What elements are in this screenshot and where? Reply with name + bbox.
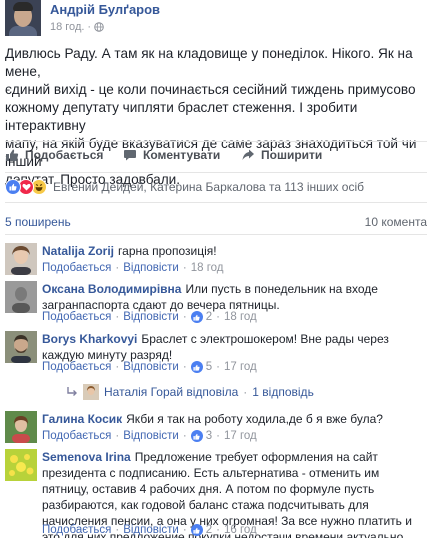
comment-icon [124,150,136,161]
commenter-name[interactable]: Borys Kharkovyi [42,332,137,346]
comment-actions: Подобається · Відповісти · 18 год [42,262,224,274]
comment-body: Галина Косик Якби я так на роботу ходила,… [42,411,427,427]
commenter-name[interactable]: Галина Косик [42,412,122,426]
likes-count: 3 [205,430,213,442]
commenter-avatar[interactable] [5,331,37,363]
comment-label: Коментувати [143,148,221,162]
likes-count: 2 [205,311,213,323]
comment-actions: Подобається · Відповісти · 5 · 17 год [42,361,257,373]
like-label: Подобається [25,148,104,162]
comment-actions: Подобається · Відповісти · 2 · 18 год [42,311,257,323]
comment-time[interactable]: 17 год [224,430,257,442]
comment-like-link[interactable]: Подобається [42,430,111,442]
reaction-names: Евгений Дейдей, Катерина Баркалова та 11… [53,180,365,194]
likes-count: 5 [205,361,213,373]
separator: · [216,311,220,323]
comment-time[interactable]: 18 год [191,262,224,274]
replies-link[interactable]: Наталія Горай відповіла · 1 відповідь [66,384,314,400]
comment-likes[interactable]: 5 [190,361,213,373]
like-badge-icon [190,311,203,323]
globe-icon [94,22,104,32]
commenter-avatar[interactable] [5,281,37,313]
comment-time[interactable]: 17 год [224,361,257,373]
comment-reply-link[interactable]: Відповісти [123,524,179,536]
share-icon [242,149,254,160]
separator: · [216,430,220,442]
comment-button[interactable]: Коментувати [123,148,220,162]
comment-actions: Подобається · Відповісти · 3 · 17 год [42,430,257,442]
separator: · [115,361,120,373]
commenter-avatar[interactable] [5,449,37,481]
separator: · [115,524,120,536]
separator: · [216,524,220,536]
comment-body: Natalija Zorij гарна пропозиція! [42,243,427,259]
separator: · [243,385,248,399]
comment-actions: Подобається · Відповісти · 2 · 16 год [42,524,257,536]
comment-time[interactable]: 16 год [224,524,257,536]
comment-like-link[interactable]: Подобається [42,262,111,274]
comment-like-link[interactable]: Подобається [42,361,111,373]
separator: · [182,311,187,323]
meta-separator: · [87,21,92,33]
reply-arrow-icon [67,387,77,396]
reactions-summary[interactable]: Евгений Дейдей, Катерина Баркалова та 11… [5,179,364,195]
comment-reply-link[interactable]: Відповісти [123,361,179,373]
separator: · [115,262,120,274]
like-reaction-icon [5,179,21,195]
post-actions: Подобається Коментувати Поширити [0,148,427,168]
author-avatar[interactable] [5,0,41,36]
comments-count[interactable]: 10 комента [365,215,427,229]
comment-reply-link[interactable]: Відповісти [123,311,179,323]
shares-count[interactable]: 5 поширень [5,215,71,229]
reply-count: 1 відповідь [252,385,314,399]
comment-text: Якби я так на роботу ходила,де б я вже б… [126,412,383,426]
post-header: Андрій Булґаров 18 год. · [0,0,427,40]
share-button[interactable]: Поширити [241,148,322,162]
post-meta: 18 год. · [50,21,104,33]
separator: · [115,430,120,442]
separator: · [182,524,187,536]
comment-time[interactable]: 18 год [224,311,257,323]
separator: · [182,361,187,373]
comment-reply-link[interactable]: Відповісти [123,262,179,274]
stats-row: 5 поширень 10 комента [5,215,427,229]
like-button[interactable]: Подобається [5,148,103,162]
separator: · [115,311,120,323]
commenter-name[interactable]: Semenova Irina [42,450,131,464]
divider [5,202,427,203]
post-author[interactable]: Андрій Булґаров [50,2,160,17]
divider [5,172,427,173]
reply-author-avatar [83,384,99,400]
separator: · [216,361,220,373]
like-badge-icon [190,361,203,373]
comment-reply-link[interactable]: Відповісти [123,430,179,442]
likes-count: 2 [205,524,213,536]
comment-text: гарна пропозиція! [118,244,217,258]
commenter-name[interactable]: Natalija Zorij [42,244,114,258]
comment-like-link[interactable]: Подобається [42,524,111,536]
reply-author-text: Наталія Горай відповіла [104,385,239,399]
comment-likes[interactable]: 2 [190,311,213,323]
comment-body: Borys Kharkovyi Браслет с электрошокером!… [42,331,427,363]
thumbs-up-icon [6,149,19,161]
commenter-avatar[interactable] [5,243,37,275]
separator: · [182,430,187,442]
commenter-avatar[interactable] [5,411,37,443]
separator: · [182,262,187,274]
comment-like-link[interactable]: Подобається [42,311,111,323]
like-badge-icon [190,430,203,442]
comment-likes[interactable]: 3 [190,430,213,442]
like-badge-icon [190,524,203,536]
share-label: Поширити [261,148,323,162]
divider [5,234,427,235]
divider [5,141,427,142]
post-time[interactable]: 18 год. [50,21,84,33]
comment-likes[interactable]: 2 [190,524,213,536]
commenter-name[interactable]: Оксана Володимирівна [42,282,181,296]
comment-body: Оксана Володимирівна Или пусть в понедель… [42,281,427,313]
